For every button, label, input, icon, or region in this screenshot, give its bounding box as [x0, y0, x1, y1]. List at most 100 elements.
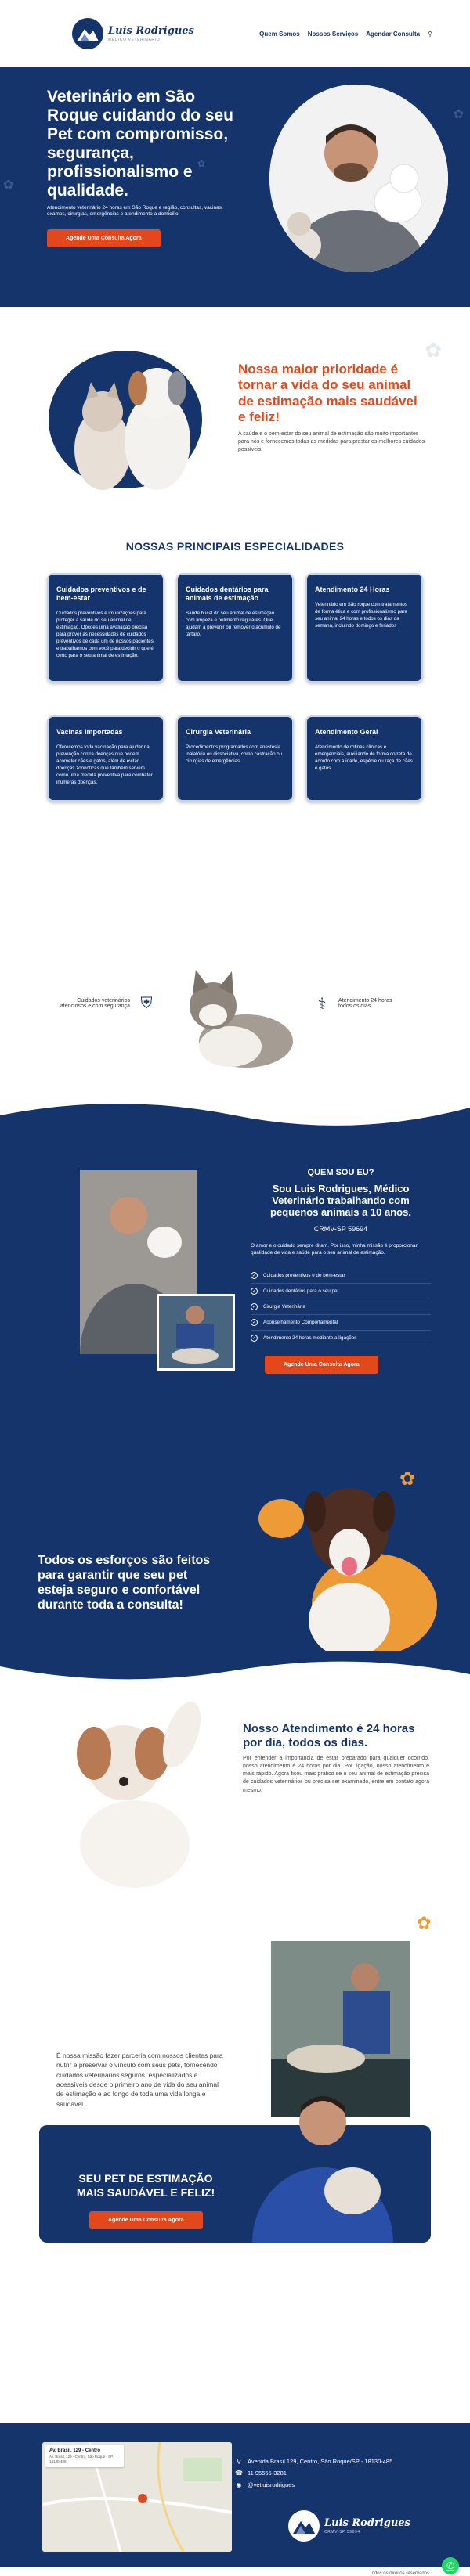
paw-icon: ✿ — [417, 1913, 432, 1933]
vet-with-small-dog-photo — [244, 2081, 401, 2318]
contact-phone[interactable]: ☎ 11 95555-3281 — [235, 2467, 392, 2479]
map-title: Av. Brasil, 129 - Centro — [49, 2448, 101, 2453]
paw-icon: ✿ — [197, 158, 206, 169]
about-lead: O amor e o cuidado sempre ditam. Por iss… — [251, 1242, 418, 1256]
specialty-card-text: Procedimentos programados com anestesia … — [186, 744, 283, 764]
phone-icon: ☎ — [235, 2470, 243, 2477]
list-item: ✓ Cirurgia Veterinária — [251, 1299, 431, 1315]
site-footer: Av. Brasil, 129 - Centro Av. Brasil, 129… — [0, 2423, 470, 2576]
dog-photo — [288, 1460, 406, 1652]
features-section: Cuidados veterinários atenciosos e com s… — [0, 935, 470, 1092]
map-info-card: Av. Brasil, 129 - Centro Av. Brasil, 129… — [45, 2445, 124, 2467]
specialty-card: Cuidados preventivos e de bem-estar Cuid… — [47, 573, 164, 683]
pets-photo — [60, 340, 208, 496]
about-crmv: CRMV-SP 59694 — [313, 1224, 368, 1233]
main-nav: Quem Somos Nossos Serviços Agendar Consu… — [259, 31, 432, 38]
location-map[interactable]: Av. Brasil, 129 - Centro Av. Brasil, 129… — [42, 2442, 232, 2552]
check-icon: ✓ — [251, 1287, 258, 1295]
specialty-card-title: Vacinas Importadas — [56, 728, 123, 736]
hero-description: Atendimento veterinário 24 horas em São … — [47, 204, 223, 218]
site-header: Luis Rodrigues MÉDICO VETERINÁRIO Quem S… — [0, 0, 470, 67]
nav-servicos[interactable]: Nossos Serviços — [308, 31, 358, 38]
about-title: Sou Luis Rodrigues, Médico Veterinário t… — [270, 1183, 411, 1218]
specialty-card: Atendimento Geral Atendimento de rotinas… — [306, 715, 423, 802]
mission-section: É nossa missão fazer parceria com nossos… — [0, 1913, 470, 2403]
specialty-card-title: Cuidados dentários para animais de estim… — [186, 585, 269, 602]
priority-title: Nossa maior prioridade é tornar a vida d… — [238, 362, 418, 425]
list-item: ✓ Aconselhamento Comportamental — [251, 1315, 431, 1331]
attendance-24h-section: Nosso Atendimento é 24 horas por dia, to… — [0, 1651, 470, 1941]
search-icon[interactable]: ⚲ — [428, 31, 432, 38]
paw-icon: ✿ — [3, 178, 14, 192]
check-icon: ✓ — [251, 1318, 258, 1326]
cta-banner: SEU PET DE ESTIMAÇÃO MAIS SAUDÁVEL E FEL… — [39, 2096, 431, 2318]
stethoscope-icon: ⚕ — [317, 995, 327, 1013]
contact-instagram[interactable]: ◉ @vetluisrodrigues — [235, 2479, 392, 2491]
logo-mark-icon — [288, 2510, 320, 2542]
specialty-card-text: Atendimento de rotinas clínicas e emerge… — [315, 744, 413, 771]
map-address: Av. Brasil, 129 - Centro, São Roque - SP… — [49, 2455, 114, 2463]
cta-banner-button[interactable]: Agende Uma Consulta Agora — [89, 2211, 203, 2229]
list-item: ✓ Cuidados dentários para o seu pet — [251, 1284, 431, 1299]
contact-address: ⚲ Avenida Brasil 129, Centro, São Roque/S… — [235, 2455, 392, 2467]
cta-title: SEU PET DE ESTIMAÇÃO MAIS SAUDÁVEL E FEL… — [76, 2172, 215, 2199]
specialty-card: Cuidados dentários para animais de estim… — [176, 573, 294, 683]
about-text-block: QUEM SOU EU? Sou Luis Rodrigues, Médico … — [251, 1168, 431, 1374]
check-icon: ✓ — [251, 1271, 258, 1279]
attendance-title: Nosso Atendimento é 24 horas por dia, to… — [243, 1722, 415, 1749]
about-small-title: QUEM SOU EU? — [307, 1168, 374, 1177]
specialty-card-title: Cuidados preventivos e de bem-estar — [56, 585, 146, 602]
specialty-card: Cirurgia Veterinária Procedimentos progr… — [176, 715, 294, 802]
specialty-card-text: Saúde bucal do seu animal de estimação c… — [186, 610, 281, 637]
specialty-card-title: Cirurgia Veterinária — [186, 728, 251, 736]
wave-divider — [0, 1651, 470, 1680]
specialty-card-text: Oferecemos toda vacinação para ajudar na… — [56, 744, 153, 785]
mission-text: É nossa missão fazer parceria com nossos… — [56, 2052, 223, 2108]
brand-name: Luis Rodrigues — [108, 24, 194, 37]
hero-cta-button[interactable]: Agende Uma Consulta Agora — [47, 229, 161, 248]
whatsapp-icon[interactable]: ✆ — [442, 2557, 459, 2574]
specialty-card-text: Cuidados preventivos e imunizações para … — [56, 610, 154, 658]
feature-label: Cuidados veterinários atenciosos e com s… — [60, 998, 130, 1009]
brand-name: Luis Rodrigues — [324, 2517, 410, 2529]
paw-icon: ✿ — [453, 108, 464, 121]
efforts-section: Todos os esforços são feitos para garant… — [0, 1460, 470, 1652]
feature-label: Atendimento 24 horas todos os dias — [338, 998, 392, 1009]
list-item: ✓ Cuidados preventivos e de bem-estar — [251, 1268, 431, 1284]
specialties-section: NOSSAS PRINCIPAIS ESPECIALIDADES Cuidado… — [0, 540, 470, 935]
priority-text: A saúde e o bem-estar do seu animal de e… — [238, 431, 425, 452]
nav-agendar[interactable]: Agendar Consulta — [366, 31, 420, 38]
specialties-title: NOSSAS PRINCIPAIS ESPECIALIDADES — [125, 540, 345, 553]
list-item: ✓ Atendimento 24 horas mediante a ligaçõe… — [251, 1331, 431, 1346]
puppy-photo — [49, 1688, 221, 1891]
priority-text-block: Nossa maior prioridade é tornar a vida d… — [238, 362, 426, 454]
footer-logo: Luis Rodrigues CRMV-SP 59694 — [288, 2510, 410, 2542]
attendance-text: Por entender a importância de estar prep… — [243, 1756, 429, 1793]
check-icon: ✓ — [251, 1302, 258, 1310]
about-cta-button[interactable]: Agende Uma Consulta Agora — [265, 1355, 378, 1374]
check-icon: ✓ — [251, 1334, 258, 1342]
efforts-title: Todos os esforços são feitos para garant… — [38, 1554, 211, 1612]
specialty-card-title: Atendimento 24 Horas — [315, 585, 390, 593]
about-checklist: ✓ Cuidados preventivos e de bem-estar ✓ Cu… — [251, 1268, 431, 1346]
feature-safety: Cuidados veterinários atenciosos e com s… — [60, 992, 158, 1015]
hero-title: Veterinário em São Roque cuidando do seu… — [47, 88, 234, 200]
copyright-text: Todos os direitos reservados — [369, 2571, 429, 2576]
instagram-icon: ◉ — [236, 2481, 242, 2488]
hero-section: ✿ ✿ ✿ Veterinário em São Roque cuidando … — [0, 67, 470, 307]
specialty-card: Vacinas Importadas Oferecemos toda vacin… — [47, 715, 164, 802]
nav-quem-somos[interactable]: Quem Somos — [259, 31, 300, 38]
logo[interactable]: Luis Rodrigues MÉDICO VETERINÁRIO — [72, 18, 194, 49]
paw-icon: ✿ — [425, 338, 442, 362]
cat-photo — [175, 959, 301, 1076]
vet-surgery-photo — [157, 1294, 235, 1371]
specialty-cards: Cuidados preventivos e de bem-estar Cuid… — [0, 573, 470, 802]
logo-mark-icon — [72, 18, 103, 49]
about-section: QUEM SOU EU? Sou Luis Rodrigues, Médico … — [0, 1092, 470, 1460]
location-pin-icon: ⚲ — [237, 2458, 241, 2465]
brand-subtitle: MÉDICO VETERINÁRIO — [108, 37, 161, 42]
specialty-card: Atendimento 24 Horas Veterinário em São … — [306, 573, 423, 683]
attendance-text-block: Nosso Atendimento é 24 horas por dia, to… — [243, 1722, 429, 1795]
feature-24h: ⚕ Atendimento 24 horas todos os dias — [310, 992, 393, 1015]
contact-list: ⚲ Avenida Brasil 129, Centro, São Roque/S… — [235, 2455, 392, 2491]
